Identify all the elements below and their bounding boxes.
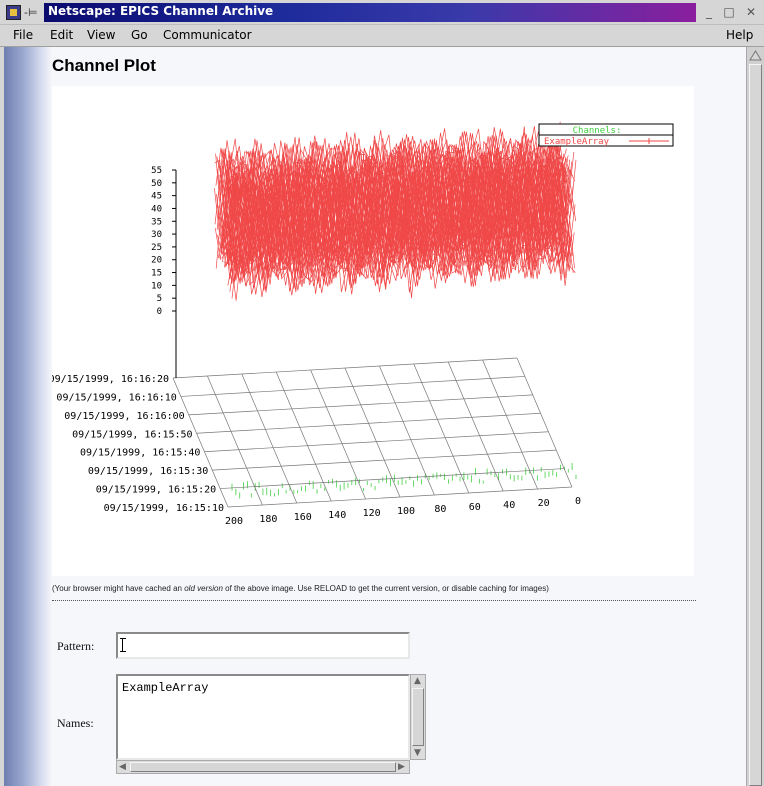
x-tick-label: 40 <box>503 500 515 511</box>
y-tick-label: 45 <box>151 192 162 202</box>
floor-grid-line <box>220 468 565 489</box>
names-label: Names: <box>57 716 94 730</box>
pattern-field-frame <box>116 632 410 659</box>
floor-grid-line <box>482 359 538 490</box>
names-vscroll-thumb[interactable] <box>412 688 424 746</box>
names-textarea-value[interactable]: ExampleArray <box>122 681 208 695</box>
floor-grid-line <box>196 412 541 434</box>
menu-communicator[interactable]: Communicator <box>163 28 252 42</box>
x-tick-label: 60 <box>469 502 481 513</box>
time-tick-label: 09/15/1999, 16:15:20 <box>96 485 216 496</box>
menu-view[interactable]: View <box>87 28 115 42</box>
y-tick-label: 30 <box>151 230 162 240</box>
cache-note-prefix: (Your browser might have cached an <box>52 584 185 593</box>
x-tick-label: 200 <box>225 516 243 527</box>
y-tick-label: 50 <box>151 179 162 189</box>
menu-edit[interactable]: Edit <box>50 28 73 42</box>
names-hscroll-thumb[interactable] <box>130 762 396 772</box>
time-tick-label: 09/15/1999, 16:16:20 <box>52 374 169 385</box>
cache-note-emphasis: old version <box>184 584 223 593</box>
dotted-divider <box>52 600 696 601</box>
y-tick-label: 55 <box>151 166 162 176</box>
y-tick-label: 0 <box>157 307 162 317</box>
y-tick-label: 15 <box>151 269 162 279</box>
names-scroll-up-icon[interactable]: ▲ <box>414 676 421 686</box>
menu-file[interactable]: File <box>13 28 33 42</box>
y-tick-label: 5 <box>157 294 162 304</box>
time-tick-label: 09/15/1999, 16:16:00 <box>64 411 184 422</box>
legend-entry-label: ExampleArray <box>544 137 610 147</box>
y-tick-label: 40 <box>151 204 162 214</box>
floor-grid-line <box>516 357 573 488</box>
scroll-up-arrow-icon[interactable] <box>749 49 762 62</box>
names-scroll-left-icon[interactable]: ◀ <box>119 762 126 772</box>
time-tick-label: 09/15/1999, 16:15:30 <box>88 466 208 477</box>
page-background-strip <box>4 47 52 786</box>
x-tick-label: 180 <box>259 514 277 525</box>
page-vertical-scrollbar[interactable] <box>746 47 764 786</box>
title-bar: -⊨ Netscape: EPICS Channel Archive _ □ ✕ <box>0 0 764 25</box>
floor-grid-line <box>344 367 401 498</box>
time-tick-label: 09/15/1999, 16:15:50 <box>72 429 192 440</box>
floor-grid-line <box>275 371 332 502</box>
floor-grid-line <box>204 431 549 453</box>
names-scroll-down-icon[interactable]: ▼ <box>414 748 421 758</box>
time-tick-label: 09/15/1999, 16:15:40 <box>80 448 200 459</box>
names-horizontal-scrollbar[interactable]: ◀ ▶ <box>116 760 410 774</box>
floor-grid-line <box>413 363 470 494</box>
maximize-icon[interactable]: □ <box>722 5 736 19</box>
pattern-input[interactable] <box>120 636 406 655</box>
floor-grid-line <box>379 365 435 496</box>
window-menu-icon[interactable] <box>6 5 21 20</box>
x-tick-label: 100 <box>397 506 415 517</box>
y-tick-label: 10 <box>151 281 162 291</box>
floor-grid-line <box>241 373 298 504</box>
y-tick-label: 35 <box>151 217 162 227</box>
channel-plot-image: 0 5 10 15 20 25 30 35 40 45 50 55 0 20 40 60 80 100 120 140… <box>52 86 694 576</box>
names-scroll-right-icon[interactable]: ▶ <box>398 762 405 772</box>
text-cursor-icon <box>120 638 126 652</box>
x-tick-label: 80 <box>434 504 446 515</box>
x-tick-label: 120 <box>363 508 381 519</box>
cache-note-suffix: of the above image. Use RELOAD to get th… <box>222 584 549 593</box>
x-tick-label: 0 <box>575 496 581 507</box>
floor-grid-line <box>212 449 557 471</box>
cache-note: (Your browser might have cached an old v… <box>52 584 549 593</box>
floor-grid-line <box>180 376 525 397</box>
page-title: Channel Plot <box>52 56 156 75</box>
page-scroll-thumb[interactable] <box>749 64 762 786</box>
close-icon[interactable]: ✕ <box>744 5 758 19</box>
y-tick-label: 25 <box>151 243 162 253</box>
x-tick-label: 160 <box>294 512 312 523</box>
channel-plot-chart: 0 5 10 15 20 25 30 35 40 45 50 55 0 20 40 60 80 100 120 140… <box>52 121 674 527</box>
x-tick-label: 20 <box>538 498 550 509</box>
time-tick-label: 09/15/1999, 16:15:10 <box>104 503 224 514</box>
floor-grid-line <box>310 369 366 500</box>
time-tick-label: 09/15/1999, 16:16:10 <box>56 392 176 403</box>
menu-help[interactable]: Help <box>726 28 753 42</box>
floor-grid-line <box>188 394 533 416</box>
names-textarea[interactable]: ExampleArray <box>116 674 410 760</box>
menu-go[interactable]: Go <box>131 28 148 42</box>
floor-grid-line <box>227 486 573 508</box>
floor-grid-line <box>172 357 518 379</box>
minimize-icon[interactable]: _ <box>702 5 716 19</box>
names-vertical-scrollbar[interactable]: ▲ ▼ <box>410 674 426 760</box>
y-tick-label: 20 <box>151 256 162 266</box>
legend-title: Channels: <box>573 126 622 136</box>
window-title: Netscape: EPICS Channel Archive <box>48 4 274 18</box>
x-tick-label: 140 <box>328 510 346 521</box>
pin-icon[interactable]: -⊨ <box>24 6 38 19</box>
menu-bar: File Edit View Go Communicator Help <box>0 25 764 47</box>
pattern-label: Pattern: <box>57 639 95 653</box>
